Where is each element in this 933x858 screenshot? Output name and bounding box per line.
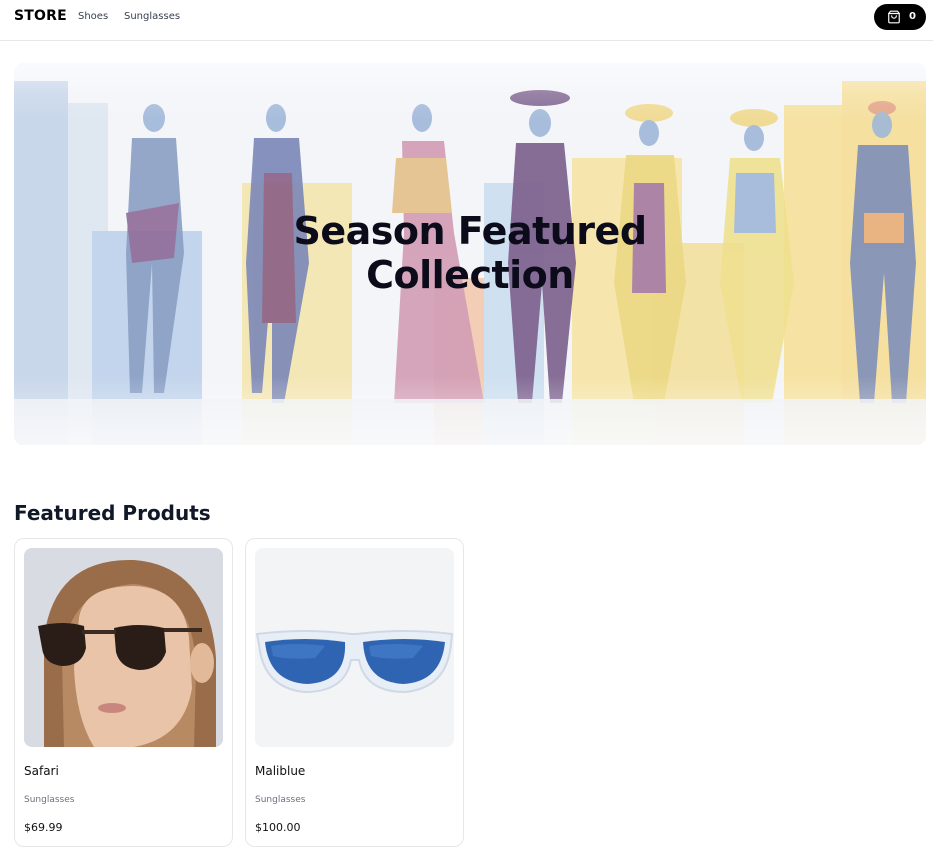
- hero-banner[interactable]: Season Featured Collection: [14, 63, 926, 445]
- top-navbar: STORE Shoes Sunglasses 0: [0, 0, 933, 41]
- product-card[interactable]: Safari Sunglasses $69.99: [14, 538, 233, 847]
- product-image-maliblue[interactable]: [255, 548, 454, 747]
- cart-count: 0: [909, 11, 916, 22]
- product-category: Sunglasses: [255, 795, 306, 805]
- product-card[interactable]: Maliblue Sunglasses $100.00: [245, 538, 464, 847]
- shopping-bag-icon: [888, 10, 900, 24]
- hero-title-line-1: Season Featured: [293, 209, 647, 253]
- product-price: $100.00: [255, 821, 301, 834]
- product-name: Maliblue: [255, 764, 306, 778]
- store-logo[interactable]: STORE: [14, 7, 67, 25]
- nav-link-sunglasses[interactable]: Sunglasses: [124, 10, 180, 24]
- product-name: Safari: [24, 764, 59, 778]
- featured-products-heading: Featured Produts: [14, 501, 211, 525]
- hero-title: Season Featured Collection: [14, 209, 926, 297]
- product-price: $69.99: [24, 821, 63, 834]
- hero-title-line-2: Collection: [366, 253, 574, 297]
- cart-button[interactable]: 0: [874, 4, 926, 30]
- product-category: Sunglasses: [24, 795, 75, 805]
- nav-link-shoes[interactable]: Shoes: [78, 10, 108, 24]
- product-image-safari[interactable]: [24, 548, 223, 747]
